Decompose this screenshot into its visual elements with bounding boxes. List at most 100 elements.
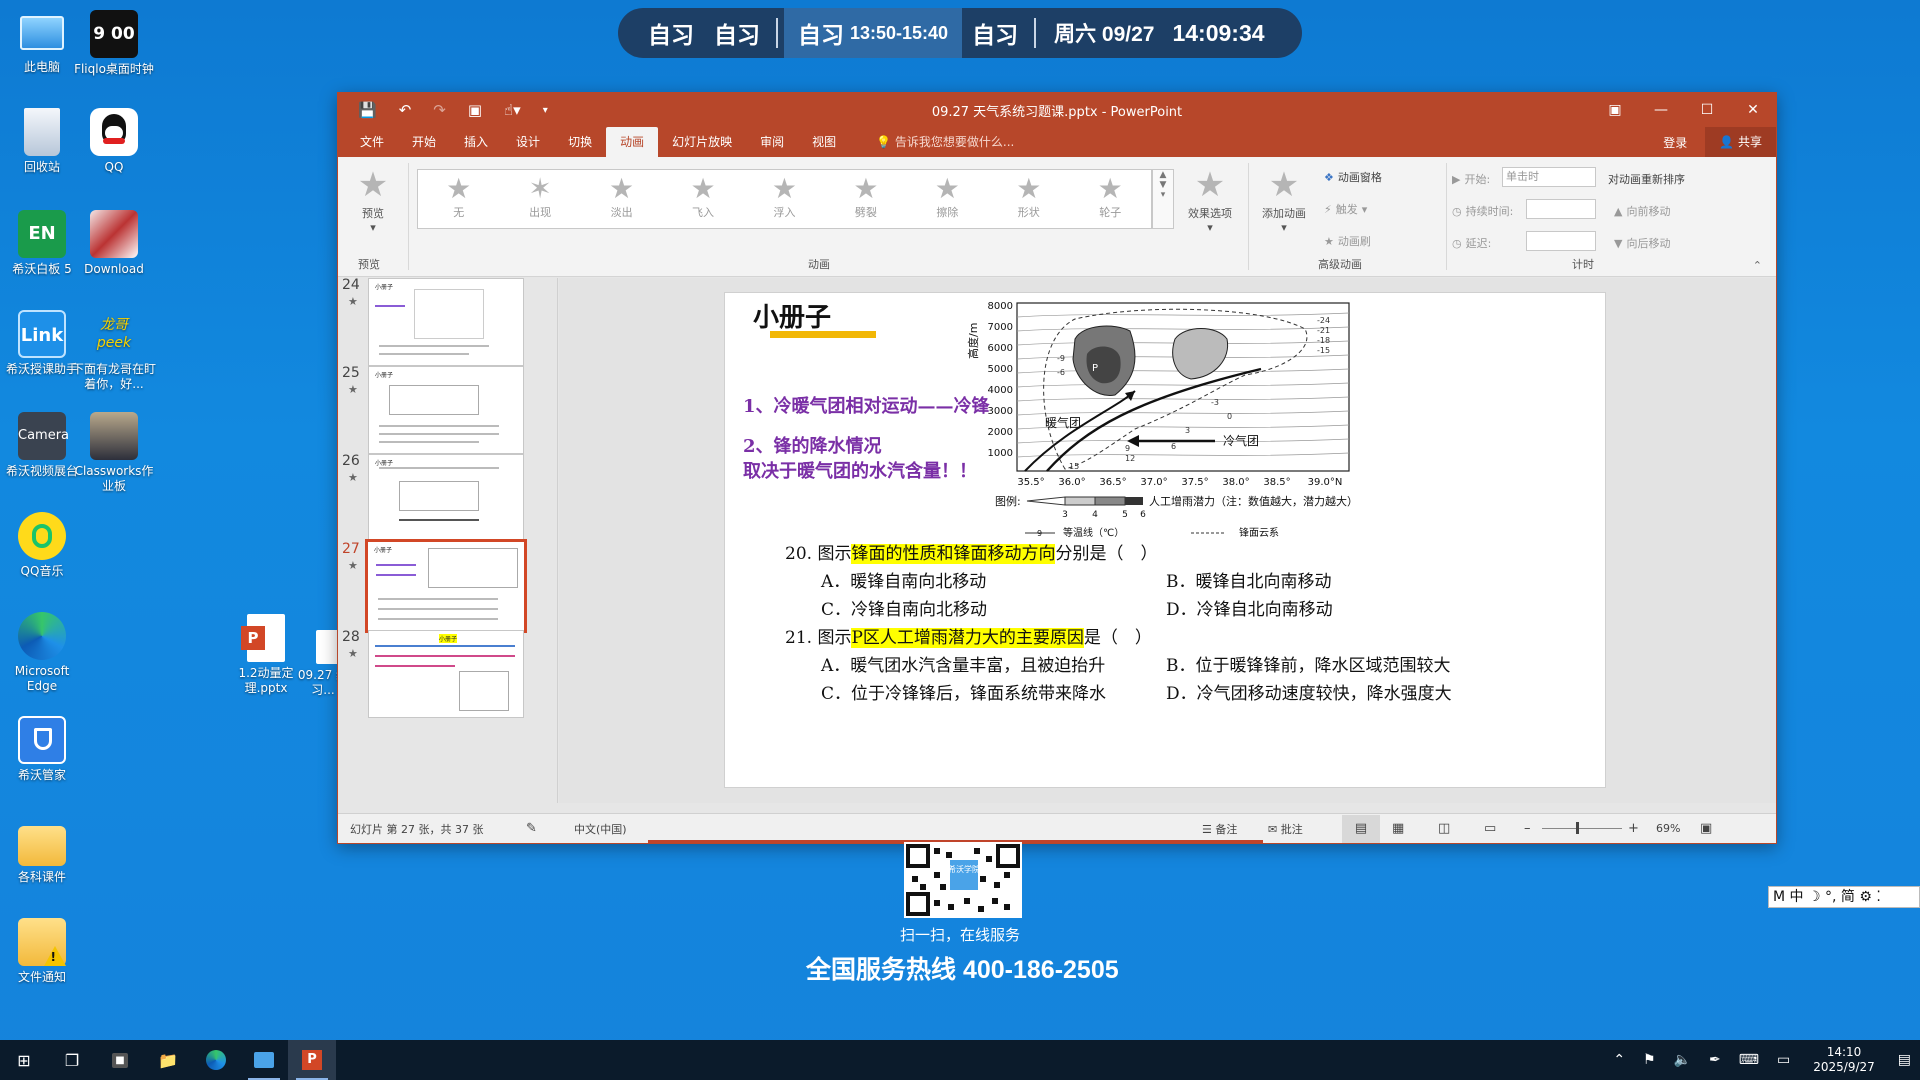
notes-button[interactable]: ☰ 备注	[1202, 821, 1237, 837]
close-button[interactable]: ✕	[1730, 93, 1776, 127]
fit-to-window-icon[interactable]: ▣	[1700, 821, 1712, 836]
desktop-icon-classworks[interactable]: Classworks作业板	[72, 412, 156, 494]
tab-transitions[interactable]: 切换	[554, 127, 606, 157]
slide-thumbnail-24[interactable]: 小册子	[368, 278, 524, 366]
group-divider	[408, 163, 409, 270]
desktop-icon-download[interactable]: Download	[72, 210, 156, 277]
save-icon[interactable]: 💾	[358, 101, 377, 119]
pen-icon[interactable]: ✒	[1700, 1052, 1730, 1068]
schedule-current-item: 自习 13:50-15:40	[784, 8, 963, 58]
normal-view-icon[interactable]: ▤	[1342, 814, 1380, 843]
maximize-button[interactable]: ☐	[1684, 93, 1730, 127]
spell-check-icon[interactable]: ✎	[526, 821, 537, 836]
zoom-out-button[interactable]: –	[1524, 821, 1531, 836]
current-slide[interactable]: 小册子 1、冷暖气团相对运动——冷锋 2、锋的降水情况 取决于暖气团的水汽含量！…	[724, 292, 1606, 788]
desktop-icon-qq[interactable]: QQ	[72, 108, 156, 175]
tab-animations[interactable]: 动画	[606, 127, 659, 157]
customize-toolbar-icon[interactable]: ▾	[543, 105, 548, 116]
desktop-icon-fliqlo[interactable]: 9 00 Fliqlo桌面时钟	[72, 10, 156, 77]
login-link[interactable]: 登录	[1645, 134, 1705, 151]
task-view-button[interactable]: ❐	[48, 1040, 96, 1080]
animation-fade[interactable]: ★ 淡出	[581, 170, 662, 228]
isotherm-label: -24	[1317, 316, 1330, 325]
animation-split[interactable]: ★ 劈裂	[825, 170, 906, 228]
present-from-beginning-icon[interactable]: ▣	[468, 101, 482, 119]
animation-shape[interactable]: ★ 形状	[988, 170, 1069, 228]
comments-button[interactable]: ✉ 批注	[1268, 821, 1303, 837]
slide-thumbnail-27-selected[interactable]: 小册子	[365, 539, 527, 633]
desktop-icon-peek[interactable]: 龙哥 peek 下面有龙哥在盯着你，好...	[72, 310, 156, 392]
taskbar-app-whiteboard[interactable]	[240, 1040, 288, 1080]
thumb-tag: 小册子	[375, 284, 394, 291]
slide-sorter-icon[interactable]: ▦	[1392, 821, 1404, 836]
tab-insert[interactable]: 插入	[450, 127, 502, 157]
security-icon[interactable]: ⚑	[1634, 1052, 1665, 1068]
isotherm-label: -9	[1057, 354, 1065, 363]
slide-thumbnail-25[interactable]: 小册子	[368, 366, 524, 454]
desktop-icon-seewo-manager[interactable]: 希沃管家	[0, 716, 84, 783]
tell-me-search[interactable]: 💡 告诉我您想要做什么...	[850, 127, 1014, 157]
desktop-icon-file-notice[interactable]: ! 文件通知	[0, 918, 84, 985]
slide-thumbnail-26[interactable]: 小册子	[368, 454, 524, 542]
animation-none[interactable]: ★ 无	[418, 170, 499, 228]
language-indicator[interactable]: 中文(中国)	[574, 821, 627, 837]
reorder-label: 对动画重新排序	[1608, 173, 1685, 186]
animation-appear[interactable]: ✶ 出现	[499, 170, 580, 228]
move-earlier-button[interactable]: ▲ 向前移动	[1614, 203, 1670, 219]
desktop-icon-courseware[interactable]: 各科课件	[0, 818, 84, 885]
chevron-up-icon[interactable]: ⌃	[1604, 1052, 1634, 1068]
taskbar-app-edge[interactable]	[192, 1040, 240, 1080]
taskbar-app-powerpoint[interactable]: P	[288, 1040, 336, 1080]
undo-icon[interactable]: ↶	[399, 101, 412, 119]
desktop-icon-edge[interactable]: Microsoft Edge	[0, 612, 84, 694]
zoom-slider-thumb[interactable]	[1576, 822, 1579, 834]
animation-fly-in[interactable]: ★ 飞入	[662, 170, 743, 228]
reading-view-icon[interactable]: ◫	[1438, 821, 1450, 836]
zoom-slider[interactable]	[1542, 828, 1622, 829]
start-select[interactable]: 单击时	[1502, 167, 1596, 187]
preview-button[interactable]: ★ 预览 ▾	[348, 165, 398, 234]
display-icon[interactable]: ▭	[1768, 1052, 1799, 1068]
taskbar-app-explorer[interactable]: 📁	[144, 1040, 192, 1080]
effect-options-button[interactable]: ★ 效果选项 ▾	[1182, 165, 1238, 234]
gallery-scroll-button[interactable]: ▲ ▼ ▾	[1152, 169, 1174, 229]
minimize-button[interactable]: —	[1638, 93, 1684, 127]
redo-icon[interactable]: ↷	[433, 101, 446, 119]
collapse-ribbon-icon[interactable]: ⌃	[1753, 259, 1762, 272]
animation-wheel[interactable]: ★ 轮子	[1070, 170, 1151, 228]
trigger-button[interactable]: ⚡ 触发 ▾	[1324, 201, 1367, 217]
y-tick: 8000	[988, 301, 1013, 312]
tab-design[interactable]: 设计	[502, 127, 554, 157]
animation-painter-button[interactable]: ★ 动画刷	[1324, 233, 1371, 249]
tab-slideshow[interactable]: 幻灯片放映	[658, 127, 746, 157]
slideshow-view-icon[interactable]: ▭	[1484, 821, 1496, 836]
add-animation-button[interactable]: ★ 添加动画 ▾	[1256, 165, 1312, 234]
notification-icon[interactable]: ▤	[1889, 1052, 1920, 1068]
touch-mode-icon[interactable]: ☝▾	[504, 101, 521, 119]
tab-view[interactable]: 视图	[798, 127, 850, 157]
ribbon-display-icon[interactable]: ▣	[1592, 93, 1638, 127]
thumb-line	[379, 425, 499, 427]
tab-review[interactable]: 审阅	[746, 127, 798, 157]
start-button[interactable]: ⊞	[0, 1040, 48, 1080]
taskbar-app-seewo[interactable]: ■	[96, 1040, 144, 1080]
volume-muted-icon[interactable]: 🔈	[1665, 1052, 1700, 1068]
animation-pane-button[interactable]: ❖ 动画窗格	[1324, 169, 1382, 185]
move-later-button[interactable]: ▼ 向后移动	[1614, 235, 1670, 251]
qr-code[interactable]: 希沃学院	[904, 842, 1022, 918]
animation-label: 飞入	[692, 206, 715, 219]
slide-thumbnail-28[interactable]: 小册子	[368, 630, 524, 718]
duration-input[interactable]	[1526, 199, 1596, 219]
animation-float-in[interactable]: ★ 浮入	[744, 170, 825, 228]
animation-wipe[interactable]: ★ 擦除	[907, 170, 988, 228]
keyboard-icon[interactable]: ⌨	[1730, 1052, 1768, 1068]
taskbar-clock[interactable]: 14:10 2025/9/27	[1799, 1045, 1889, 1075]
ime-toolbar[interactable]: M 中 ☽ °, 简 ⚙ ⁚	[1768, 886, 1920, 908]
desktop-icon-qq-music[interactable]: QQ音乐	[0, 512, 84, 579]
delay-input[interactable]	[1526, 231, 1596, 251]
zoom-level[interactable]: 69%	[1656, 822, 1680, 835]
tab-home[interactable]: 开始	[398, 127, 450, 157]
zoom-in-button[interactable]: +	[1628, 821, 1639, 836]
share-button[interactable]: 👤 共享	[1705, 127, 1776, 157]
tab-file[interactable]: 文件	[346, 127, 398, 157]
